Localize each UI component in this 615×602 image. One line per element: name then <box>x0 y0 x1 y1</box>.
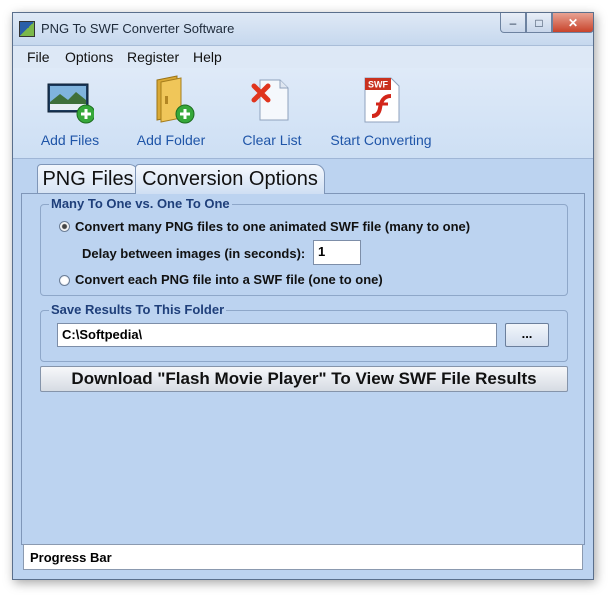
toolbar: Add Files Add Folder Clear List SWF Star… <box>13 68 593 159</box>
browse-folder-button[interactable]: ... <box>505 323 549 347</box>
swf-file-icon: SWF <box>357 74 405 126</box>
add-folder-button[interactable]: Add Folder <box>135 74 207 148</box>
window-title: PNG To SWF Converter Software <box>41 21 235 36</box>
add-files-button[interactable]: Add Files <box>39 74 101 148</box>
delay-input[interactable]: 1 <box>313 240 361 265</box>
swf-badge-label: SWF <box>368 80 388 90</box>
save-folder-path-input[interactable]: C:\Softpedia\ <box>57 323 497 347</box>
app-window: PNG To SWF Converter Software – □ ✕ File… <box>12 12 594 580</box>
radio-one-to-one[interactable] <box>59 275 70 286</box>
add-image-icon <box>46 74 96 126</box>
tab-area: PNG Files Conversion Options Many To One… <box>21 159 585 547</box>
radio-many-to-one[interactable] <box>59 221 70 232</box>
add-files-label: Add Files <box>40 132 100 148</box>
close-button[interactable]: ✕ <box>552 13 593 33</box>
maximize-button[interactable]: □ <box>526 13 552 33</box>
one-to-one-label: Convert each PNG file into a SWF file (o… <box>75 272 383 287</box>
menu-file[interactable]: File <box>27 49 50 65</box>
start-converting-label: Start Converting <box>330 132 432 148</box>
menu-bar: File Options Register Help <box>13 46 593 68</box>
delay-label: Delay between images (in seconds): <box>82 246 306 261</box>
save-folder-group: Save Results To This Folder C:\Softpedia… <box>40 302 568 362</box>
clear-list-icon <box>248 74 296 126</box>
clear-list-label: Clear List <box>242 132 302 148</box>
many-to-one-group: Many To One vs. One To One Convert many … <box>40 196 568 296</box>
download-flash-player-button[interactable]: Download "Flash Movie Player" To View SW… <box>40 366 568 392</box>
tab-conversion-options[interactable]: Conversion Options <box>135 164 325 194</box>
add-folder-label: Add Folder <box>136 132 206 148</box>
menu-options[interactable]: Options <box>65 49 113 65</box>
start-converting-button[interactable]: SWF Start Converting <box>329 74 433 148</box>
progress-bar: Progress Bar <box>23 544 583 570</box>
minimize-button[interactable]: – <box>500 13 526 33</box>
app-icon <box>19 21 35 37</box>
add-folder-icon <box>147 74 195 126</box>
tab-png-files[interactable]: PNG Files <box>37 164 139 194</box>
conversion-options-panel: Many To One vs. One To One Convert many … <box>21 193 585 545</box>
many-to-one-legend: Many To One vs. One To One <box>49 196 232 211</box>
title-bar: PNG To SWF Converter Software – □ ✕ <box>13 13 593 46</box>
save-folder-legend: Save Results To This Folder <box>49 302 227 317</box>
menu-help[interactable]: Help <box>193 49 222 65</box>
many-to-one-label: Convert many PNG files to one animated S… <box>75 219 471 234</box>
menu-register[interactable]: Register <box>127 49 179 65</box>
clear-list-button[interactable]: Clear List <box>239 74 305 148</box>
